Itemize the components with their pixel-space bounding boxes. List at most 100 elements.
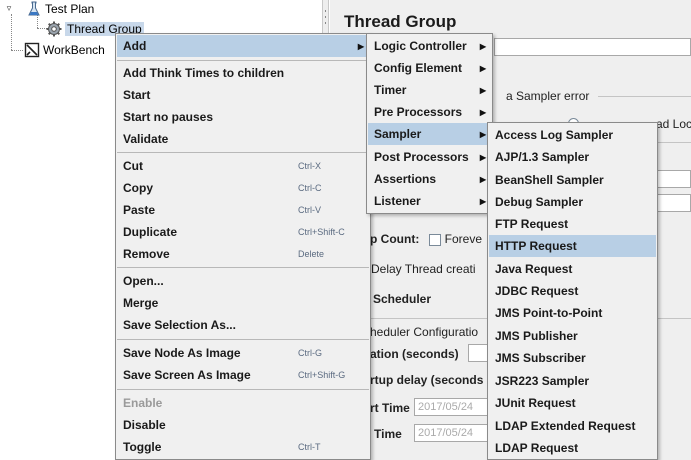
menu-item-save-screen-as-image[interactable]: Save Screen As Image Ctrl+Shift-G: [117, 364, 369, 386]
menu-item-label: Post Processors: [374, 150, 469, 164]
menu-item-label: AJP/1.3 Sampler: [495, 150, 590, 164]
menu-item-duplicate[interactable]: Duplicate Ctrl+Shift-C: [117, 221, 369, 243]
menu-item-sampler[interactable]: Sampler ▶: [368, 123, 491, 145]
tree-connector: [11, 50, 23, 51]
menu-item-jms-point-to-point[interactable]: JMS Point-to-Point: [489, 302, 656, 324]
menu-item-java-request[interactable]: Java Request: [489, 258, 656, 280]
menu-item-label: Save Selection As...: [123, 318, 236, 332]
menu-item-config-element[interactable]: Config Element ▶: [368, 57, 491, 79]
menu-shortcut: Ctrl-C: [298, 183, 322, 193]
menu-item-jdbc-request[interactable]: JDBC Request: [489, 280, 656, 302]
menu-item-cut[interactable]: Cut Ctrl-X: [117, 155, 369, 177]
menu-item-label: Save Node As Image: [123, 346, 241, 360]
menu-item-remove[interactable]: Remove Delete: [117, 243, 369, 265]
menu-item-timer[interactable]: Timer ▶: [368, 79, 491, 101]
menu-item-logic-controller[interactable]: Logic Controller ▶: [368, 35, 491, 57]
menu-item-open[interactable]: Open...: [117, 270, 369, 292]
submenu-arrow-icon: ▶: [479, 63, 486, 73]
loop-count-text: p Count:: [370, 232, 420, 246]
menu-item-label: LDAP Request: [495, 441, 579, 455]
menu-item-pre-processors[interactable]: Pre Processors ▶: [368, 101, 491, 123]
menu-item-listener[interactable]: Listener ▶: [368, 190, 491, 212]
menu-item-label: Duplicate: [123, 225, 178, 239]
menu-item-label: Merge: [123, 296, 159, 310]
menu-item-label: Validate: [123, 132, 169, 146]
menu-item-label: JMS Point-to-Point: [495, 306, 603, 320]
grip-dot: [325, 16, 326, 18]
duration-label: ation (seconds): [370, 347, 459, 361]
menu-item-label: Sampler: [374, 127, 422, 141]
menu-item-label: Start no pauses: [123, 110, 214, 124]
collapse-toggle-icon[interactable]: ▿: [4, 3, 14, 13]
menu-item-jms-publisher[interactable]: JMS Publisher: [489, 325, 656, 347]
menu-separator: [117, 339, 369, 340]
submenu-arrow-icon: ▶: [479, 152, 486, 162]
menu-item-label: Debug Sampler: [495, 195, 584, 209]
gear-icon: [46, 21, 62, 37]
menu-item-save-selection-as[interactable]: Save Selection As...: [117, 314, 369, 336]
menu-item-label: JUnit Request: [495, 396, 576, 410]
name-field[interactable]: [494, 38, 691, 56]
grip-dot: [325, 10, 326, 12]
menu-item-copy[interactable]: Copy Ctrl-C: [117, 177, 369, 199]
menu-item-label: JMS Subscriber: [495, 351, 586, 365]
menu-item-label: JDBC Request: [495, 284, 579, 298]
menu-item-post-processors[interactable]: Post Processors ▶: [368, 146, 491, 168]
menu-item-access-log-sampler[interactable]: Access Log Sampler: [489, 124, 656, 146]
forever-label: Foreve: [444, 232, 483, 246]
submenu-arrow-icon: ▶: [357, 41, 364, 51]
menu-item-enable[interactable]: Enable: [117, 392, 369, 414]
menu-item-http-request[interactable]: HTTP Request: [489, 235, 656, 257]
threads-field[interactable]: [656, 170, 691, 188]
sampler-error-label: a Sampler error: [506, 89, 590, 103]
menu-item-label: Java Request: [495, 262, 573, 276]
menu-separator: [117, 60, 369, 61]
menu-item-save-node-as-image[interactable]: Save Node As Image Ctrl-G: [117, 342, 369, 364]
panel-title: Thread Group: [344, 12, 457, 31]
menu-item-validate[interactable]: Validate: [117, 128, 369, 150]
menu-item-paste[interactable]: Paste Ctrl-V: [117, 199, 369, 221]
menu-item-ftp-request[interactable]: FTP Request: [489, 213, 656, 235]
menu-item-label: JMS Publisher: [495, 329, 578, 343]
menu-item-label: Copy: [123, 181, 153, 195]
menu-item-label: Start: [123, 88, 151, 102]
menu-item-toggle[interactable]: Toggle Ctrl-T: [117, 436, 369, 458]
menu-item-disable[interactable]: Disable: [117, 414, 369, 436]
menu-item-label: FTP Request: [495, 217, 569, 231]
end-time-label: Time: [374, 427, 402, 441]
menu-item-add[interactable]: Add ▶: [117, 35, 369, 57]
start-time-field[interactable]: 2017/05/24: [414, 398, 490, 416]
menu-shortcut: Ctrl-X: [298, 161, 321, 171]
grip-dot: [325, 22, 326, 24]
menu-item-ldap-request[interactable]: LDAP Request: [489, 437, 656, 459]
end-time-field[interactable]: 2017/05/24: [414, 424, 490, 442]
next-thread-label: ad Loc: [656, 117, 691, 131]
menu-item-label: HTTP Request: [495, 239, 577, 253]
menu-item-beanshell-sampler[interactable]: BeanShell Sampler: [489, 169, 656, 191]
menu-item-merge[interactable]: Merge: [117, 292, 369, 314]
tree-node-test-plan[interactable]: Test Plan: [26, 0, 94, 17]
menu-item-label: BeanShell Sampler: [495, 173, 604, 187]
menu-item-ldap-extended-request[interactable]: LDAP Extended Request: [489, 415, 656, 437]
menu-item-label: Remove: [123, 247, 170, 261]
flask-icon: [26, 1, 42, 17]
tree-node-workbench[interactable]: WorkBench: [24, 41, 105, 58]
menu-item-start[interactable]: Start: [117, 84, 369, 106]
menu-item-assertions[interactable]: Assertions ▶: [368, 168, 491, 190]
menu-item-add-think-times[interactable]: Add Think Times to children: [117, 62, 369, 84]
menu-item-label: Listener: [374, 194, 421, 208]
scheduler-label: Scheduler: [373, 292, 432, 306]
ramp-up-field[interactable]: [656, 194, 691, 212]
menu-item-jsr223-sampler[interactable]: JSR223 Sampler: [489, 370, 656, 392]
menu-item-label: Add Think Times to children: [123, 66, 285, 80]
menu-item-junit-request[interactable]: JUnit Request: [489, 392, 656, 414]
menu-item-start-no-pauses[interactable]: Start no pauses: [117, 106, 369, 128]
menu-item-debug-sampler[interactable]: Debug Sampler: [489, 191, 656, 213]
menu-item-ajp-sampler[interactable]: AJP/1.3 Sampler: [489, 146, 656, 168]
menu-item-jms-subscriber[interactable]: JMS Subscriber: [489, 347, 656, 369]
add-submenu: Logic Controller ▶ Config Element ▶ Time…: [366, 33, 493, 214]
scheduler-config-label: heduler Configuratio: [370, 325, 479, 339]
forever-checkbox[interactable]: [428, 233, 441, 246]
context-menu: Add ▶ Add Think Times to children Start …: [115, 33, 371, 460]
menu-item-label: Enable: [123, 396, 163, 410]
